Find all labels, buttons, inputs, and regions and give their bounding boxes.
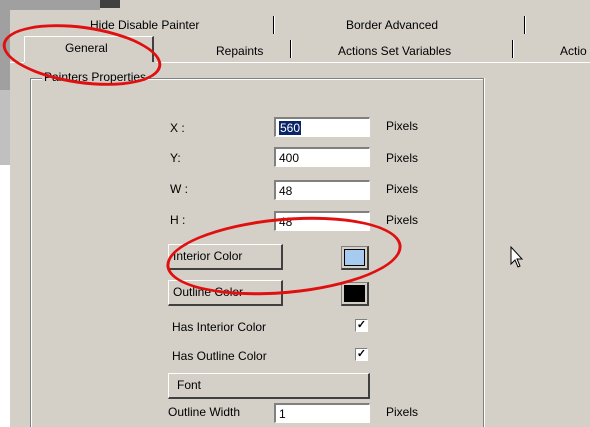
y-unit-label: Pixels — [386, 151, 419, 165]
has-outline-color-checkbox[interactable]: ✓ — [355, 348, 368, 361]
outline-width-label: Outline Width — [168, 405, 241, 419]
w-unit-label: Pixels — [386, 182, 419, 196]
tab-repaints[interactable]: Repaints — [216, 44, 263, 58]
y-label: Y: — [170, 151, 181, 165]
tab-separator — [290, 40, 292, 58]
font-button[interactable]: Font — [168, 373, 370, 399]
check-mark-icon: ✓ — [356, 348, 367, 360]
x-value: 560 — [279, 121, 302, 135]
font-button-label: Font — [177, 378, 202, 392]
tab-separator — [273, 16, 275, 34]
x-field[interactable]: 560 — [274, 117, 370, 137]
tab-actions-set-variables[interactable]: Actions Set Variables — [338, 44, 451, 58]
tab-baseline — [156, 62, 590, 63]
y-value: 400 — [279, 151, 300, 165]
w-value: 48 — [279, 184, 293, 198]
outline-color-swatch[interactable] — [341, 282, 369, 306]
has-interior-color-label: Has Interior Color — [172, 320, 267, 334]
background-title-sliver — [100, 0, 120, 8]
group-border-left-highlight — [31, 79, 32, 427]
w-label: W : — [170, 182, 188, 196]
h-unit-label: Pixels — [386, 213, 419, 227]
tab-actions-truncated[interactable]: Actio — [560, 44, 587, 58]
group-border-right-highlight — [484, 78, 485, 427]
w-field[interactable]: 48 — [274, 180, 370, 200]
outline-width-field[interactable]: 1 — [274, 403, 370, 423]
tab-border-advanced[interactable]: Border Advanced — [346, 18, 438, 32]
tab-separator — [512, 40, 514, 58]
h-label: H : — [170, 213, 186, 227]
tab-separator — [524, 16, 526, 34]
mouse-pointer-icon — [510, 246, 524, 268]
outline-width-value: 1 — [279, 407, 286, 421]
y-field[interactable]: 400 — [274, 147, 370, 167]
check-mark-icon: ✓ — [356, 319, 367, 331]
has-interior-color-checkbox[interactable]: ✓ — [355, 319, 368, 332]
has-outline-color-label: Has Outline Color — [172, 349, 267, 363]
x-unit-label: Pixels — [386, 119, 419, 133]
outline-color-swatch-fill — [344, 285, 365, 302]
x-label: X : — [170, 121, 185, 135]
outline-width-unit-label: Pixels — [386, 405, 419, 419]
